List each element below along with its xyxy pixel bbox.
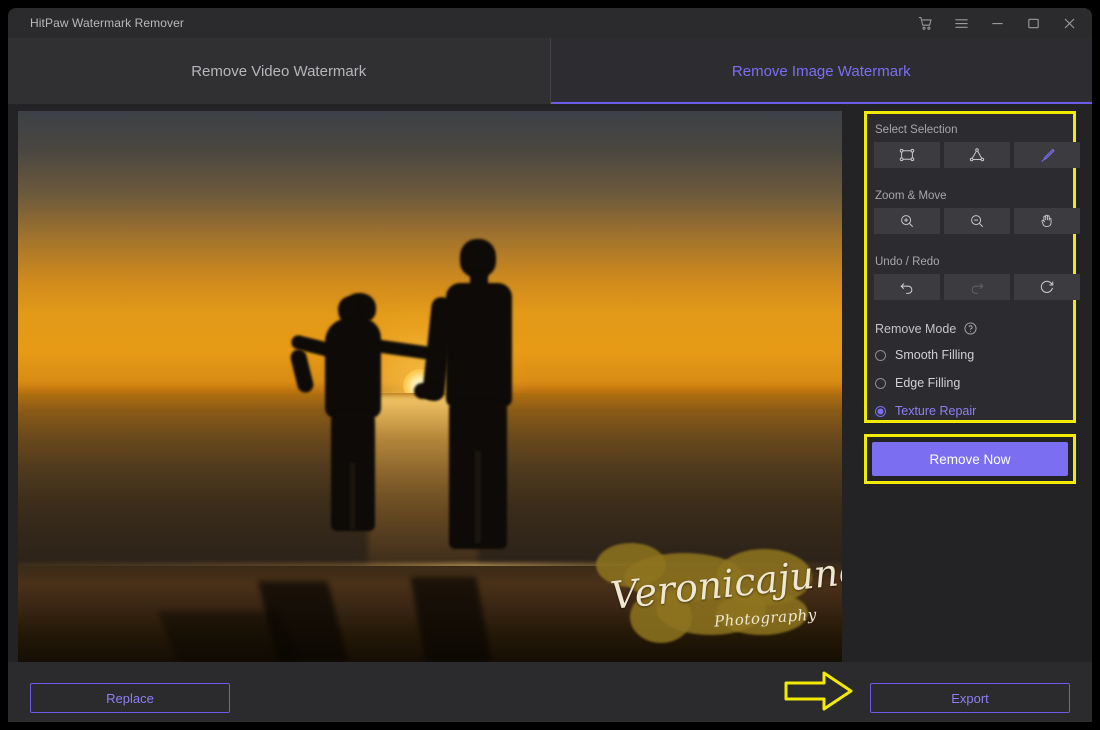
undo-icon[interactable] — [874, 274, 940, 300]
radio-label: Texture Repair — [895, 404, 977, 418]
undo-redo-label: Undo / Redo — [875, 256, 940, 268]
app-root: HitPaw Watermark Remover Remove Video Wa… — [0, 0, 1100, 730]
watermark-overlay: Veronicajune Photography — [596, 543, 842, 648]
zoom-in-icon[interactable] — [874, 208, 940, 234]
radio-smooth-filling[interactable]: Smooth Filling — [875, 348, 974, 362]
radio-indicator — [875, 349, 886, 361]
remove-now-annotation: Remove Now — [864, 434, 1076, 484]
tab-label: Remove Image Watermark — [731, 62, 911, 80]
woman-leg-gap — [350, 463, 355, 529]
radio-texture-repair[interactable]: Texture Repair — [875, 404, 976, 418]
held-hands — [414, 383, 442, 399]
bottom-bar: Replace Export — [8, 662, 1092, 722]
polygon-select-icon[interactable] — [944, 142, 1010, 168]
editor-body: Veronicajune Photography Select Selectio… — [8, 104, 1092, 663]
window-controls — [916, 8, 1078, 38]
export-button[interactable]: Export — [870, 683, 1070, 713]
radio-indicator — [875, 377, 886, 389]
close-icon[interactable] — [1060, 14, 1078, 32]
tab-remove-image-watermark[interactable]: Remove Image Watermark — [550, 38, 1092, 104]
zoom-move-buttons — [874, 208, 1080, 234]
rectangle-select-icon[interactable] — [874, 142, 940, 168]
application-window: HitPaw Watermark Remover Remove Video Wa… — [8, 8, 1092, 722]
menu-icon[interactable] — [952, 14, 970, 32]
title-bar: HitPaw Watermark Remover — [8, 8, 1092, 38]
redo-icon[interactable] — [944, 274, 1010, 300]
tools-panel: Select Selection Zoom & Move Undo / Redo… — [864, 111, 1080, 423]
window-title: HitPaw Watermark Remover — [30, 16, 184, 30]
cart-icon[interactable] — [916, 14, 934, 32]
image-canvas[interactable]: Veronicajune Photography — [18, 111, 842, 663]
zoom-move-label: Zoom & Move — [875, 190, 947, 202]
undo-redo-buttons — [874, 274, 1080, 300]
man-torso — [446, 283, 512, 407]
mode-tabs: Remove Video Watermark Remove Image Wate… — [8, 38, 1092, 104]
radio-indicator — [875, 405, 886, 417]
tab-remove-video-watermark[interactable]: Remove Video Watermark — [8, 38, 551, 104]
remove-mode-label: Remove Mode — [875, 322, 957, 336]
man-leg-gap — [475, 451, 481, 543]
pan-hand-icon[interactable] — [1014, 208, 1080, 234]
radio-edge-filling[interactable]: Edge Filling — [875, 376, 960, 390]
remove-now-button[interactable]: Remove Now — [872, 442, 1068, 476]
replace-button[interactable]: Replace — [30, 683, 230, 713]
radio-label: Smooth Filling — [895, 348, 975, 362]
minimize-icon[interactable] — [988, 14, 1006, 32]
radio-label: Edge Filling — [895, 376, 961, 390]
sunset-photo: Veronicajune Photography — [18, 111, 842, 663]
select-selection-buttons — [874, 142, 1080, 168]
zoom-out-icon[interactable] — [944, 208, 1010, 234]
woman-torso — [325, 318, 381, 418]
reset-icon[interactable] — [1014, 274, 1080, 300]
maximize-icon[interactable] — [1024, 14, 1042, 32]
help-circle-icon[interactable] — [964, 322, 977, 335]
tab-label: Remove Video Watermark — [191, 62, 367, 80]
brush-select-icon[interactable] — [1014, 142, 1080, 168]
select-selection-label: Select Selection — [875, 124, 958, 136]
shadow-far — [157, 611, 299, 663]
